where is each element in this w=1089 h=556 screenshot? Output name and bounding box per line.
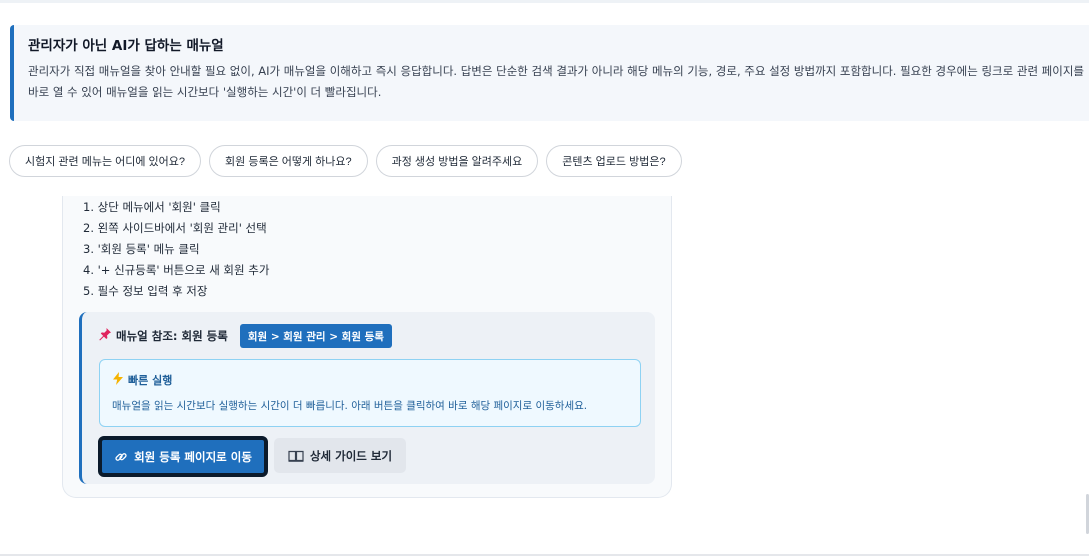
manual-reference-header: 매뉴얼 참조: 회원 등록 회원 > 회원 관리 > 회원 등록 xyxy=(98,324,392,348)
intro-description: 관리자가 직접 매뉴얼을 찾아 안내할 필요 없이, AI가 매뉴얼을 이해하고… xyxy=(28,64,1084,99)
answer-steps: 1. 상단 메뉴에서 '회원' 클릭 2. 왼쪽 사이드바에서 '회원 관리' … xyxy=(83,197,269,302)
quick-action-description: 매뉴얼을 읽는 시간보다 실행하는 시간이 더 빠릅니다. 아래 버튼을 클릭하… xyxy=(112,400,588,412)
go-member-register-button[interactable]: 회원 등록 페이지로 이동 xyxy=(98,436,268,477)
quick-action-title-row: 빠른 실행 xyxy=(112,372,640,388)
quick-action-box: 빠른 실행 매뉴얼을 읽는 시간보다 실행하는 시간이 더 빠릅니다. 아래 버… xyxy=(99,359,641,427)
answer-step: 2. 왼쪽 사이드바에서 '회원 관리' 선택 xyxy=(83,221,267,235)
suggestion-chips: 시험지 관련 메뉴는 어디에 있어요? 회원 등록은 어떻게 하나요? 과정 생… xyxy=(9,145,682,177)
book-icon xyxy=(288,450,304,462)
suggestion-chip-course-create[interactable]: 과정 생성 방법을 알려주세요 xyxy=(375,145,539,177)
manual-reference-card: 매뉴얼 참조: 회원 등록 회원 > 회원 관리 > 회원 등록 빠른 실행 매… xyxy=(79,312,655,484)
go-member-register-label: 회원 등록 페이지로 이동 xyxy=(134,449,252,464)
view-detailed-guide-label: 상세 가이드 보기 xyxy=(309,448,393,463)
top-divider xyxy=(0,0,1089,3)
menu-path-badge: 회원 > 회원 관리 > 회원 등록 xyxy=(239,324,392,348)
pushpin-icon xyxy=(98,327,112,345)
ai-answer-bubble: 1. 상단 메뉴에서 '회원' 클릭 2. 왼쪽 사이드바에서 '회원 관리' … xyxy=(62,196,672,498)
link-icon xyxy=(114,450,128,464)
suggestion-chip-content-upload[interactable]: 콘텐츠 업로드 방법은? xyxy=(546,145,682,177)
suggestion-chip-exam-menu[interactable]: 시험지 관련 메뉴는 어디에 있어요? xyxy=(9,145,202,177)
view-detailed-guide-button[interactable]: 상세 가이드 보기 xyxy=(274,438,406,473)
suggestion-chip-member-register[interactable]: 회원 등록은 어떻게 하나요? xyxy=(209,145,368,177)
intro-title: 관리자가 아닌 AI가 답하는 매뉴얼 xyxy=(28,38,224,54)
quick-action-title: 빠른 실행 xyxy=(128,374,173,387)
answer-step: 3. '회원 등록' 메뉴 클릭 xyxy=(83,242,200,256)
answer-step: 5. 필수 정보 입력 후 저장 xyxy=(83,284,208,298)
manual-reference-label: 매뉴얼 참조: 회원 등록 xyxy=(116,329,228,343)
answer-step: 1. 상단 메뉴에서 '회원' 클릭 xyxy=(83,200,221,214)
intro-callout: 관리자가 아닌 AI가 답하는 매뉴얼 관리자가 직접 매뉴얼을 찾아 안내할 … xyxy=(10,25,1089,121)
lightning-icon xyxy=(112,372,124,388)
answer-step: 4. '+ 신규등록' 버튼으로 새 회원 추가 xyxy=(83,263,270,277)
